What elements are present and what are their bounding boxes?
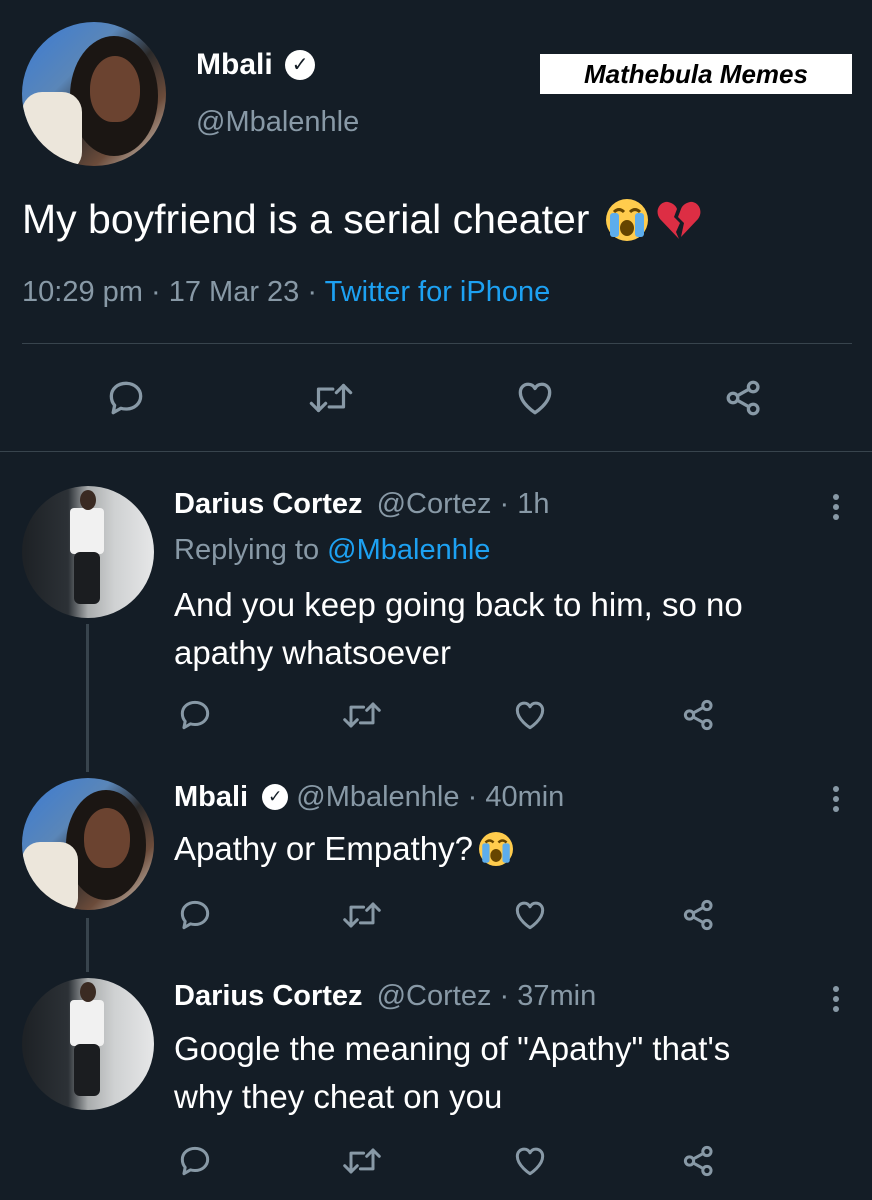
heart-icon[interactable] bbox=[510, 696, 550, 734]
more-icon[interactable] bbox=[826, 494, 846, 524]
tweet-meta-row: 10:29 pm · 17 Mar 23 · Twitter for iPhon… bbox=[22, 276, 550, 309]
meta-separator: · bbox=[499, 980, 510, 1012]
retweet-icon[interactable] bbox=[340, 896, 384, 934]
reply-text-line: And you keep going back to him, so no bbox=[174, 586, 743, 623]
tweet-date: 17 Mar 23 bbox=[168, 276, 300, 308]
reply-time: 37min bbox=[517, 980, 597, 1012]
avatar[interactable] bbox=[22, 778, 154, 910]
author-handle[interactable]: @Cortez bbox=[377, 980, 492, 1012]
meta-separator: · bbox=[499, 488, 510, 520]
verified-badge-icon: ✓ bbox=[285, 50, 316, 80]
retweet-icon[interactable] bbox=[340, 696, 384, 734]
meta-separator: · bbox=[467, 780, 478, 813]
share-icon[interactable] bbox=[680, 696, 718, 734]
reply-header: Mbali ✓ @Mbalenhle · 40min bbox=[174, 780, 564, 814]
reply-icon[interactable] bbox=[176, 896, 214, 934]
author-handle[interactable]: @Mbalenhle bbox=[296, 781, 459, 813]
more-icon[interactable] bbox=[826, 986, 846, 1016]
heart-icon[interactable] bbox=[510, 896, 550, 934]
meta-separator: · bbox=[307, 276, 318, 308]
heart-icon[interactable] bbox=[512, 376, 558, 420]
reply-icon[interactable] bbox=[176, 1142, 214, 1180]
more-icon[interactable] bbox=[826, 786, 846, 816]
author-name[interactable]: Mbali bbox=[196, 48, 273, 81]
verified-badge-icon: ✓ bbox=[262, 784, 289, 811]
reply-icon[interactable] bbox=[176, 696, 214, 734]
reply-text-line: Apathy or Empathy? bbox=[174, 830, 473, 867]
meta-separator: · bbox=[150, 276, 161, 308]
share-icon[interactable] bbox=[680, 896, 718, 934]
tweet-time: 10:29 pm bbox=[22, 276, 143, 308]
watermark: Mathebula Memes bbox=[540, 54, 852, 94]
reply-header: Darius Cortez @Cortez · 1h bbox=[174, 488, 550, 521]
avatar[interactable] bbox=[22, 22, 166, 166]
reply-text-line: why they cheat on you bbox=[174, 1078, 503, 1115]
author-name[interactable]: Darius Cortez bbox=[174, 488, 363, 520]
tweet-text: My boyfriend is a serial cheater bbox=[22, 196, 590, 242]
tweet-text-row: My boyfriend is a serial cheater bbox=[22, 196, 702, 248]
replying-to-label: Replying to bbox=[174, 534, 320, 566]
reply-time: 40min bbox=[485, 780, 565, 813]
thread-line bbox=[86, 918, 89, 972]
author-handle[interactable]: @Mbalenhle bbox=[196, 106, 359, 139]
author-name[interactable]: Mbali bbox=[174, 781, 248, 813]
reply-text-line: Google the meaning of "Apathy" that's bbox=[174, 1030, 731, 1067]
tweet-source-link[interactable]: Twitter for iPhone bbox=[325, 276, 551, 308]
loudly-crying-face-emoji-icon bbox=[605, 198, 648, 241]
reply-time: 1h bbox=[517, 488, 550, 520]
reply-text-line: apathy whatsoever bbox=[174, 634, 452, 671]
divider bbox=[22, 343, 852, 344]
reply-icon[interactable] bbox=[104, 376, 148, 420]
heart-icon[interactable] bbox=[510, 1142, 550, 1180]
replying-to-handle[interactable]: @Mbalenhle bbox=[327, 534, 490, 566]
watermark-text: Mathebula Memes bbox=[584, 59, 808, 89]
author-handle[interactable]: @Cortez bbox=[377, 488, 492, 520]
replying-to-row: Replying to @Mbalenhle bbox=[174, 534, 490, 567]
avatar[interactable] bbox=[22, 978, 154, 1110]
retweet-icon[interactable] bbox=[340, 1142, 384, 1180]
thread-line bbox=[86, 624, 89, 772]
retweet-icon[interactable] bbox=[306, 376, 356, 420]
reply-header: Darius Cortez @Cortez · 37min bbox=[174, 980, 596, 1013]
divider bbox=[0, 451, 872, 452]
author-name[interactable]: Darius Cortez bbox=[174, 980, 363, 1012]
share-icon[interactable] bbox=[722, 376, 766, 420]
author-name-row: Mbali ✓ bbox=[196, 48, 316, 88]
reply-text-row: Apathy or Empathy? bbox=[174, 830, 514, 868]
share-icon[interactable] bbox=[680, 1142, 718, 1180]
loudly-crying-face-emoji-icon bbox=[479, 832, 514, 866]
avatar[interactable] bbox=[22, 486, 154, 618]
broken-heart-emoji-icon bbox=[656, 199, 702, 241]
